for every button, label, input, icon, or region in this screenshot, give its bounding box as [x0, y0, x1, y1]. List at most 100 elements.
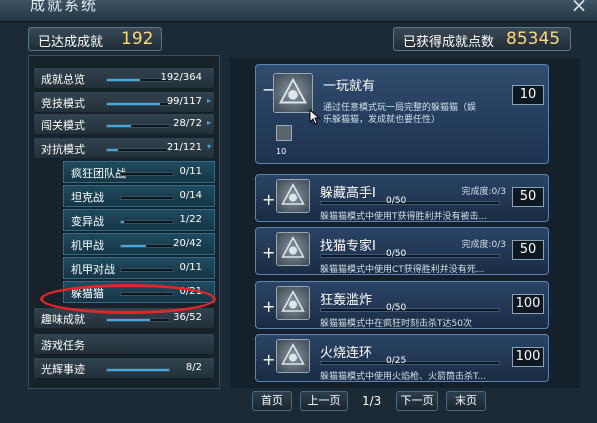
- achieved-count-box: 已达成成就 192: [28, 27, 162, 51]
- category-progress-fill: [107, 125, 132, 127]
- category-item[interactable]: 成就总览 192/364: [33, 67, 215, 89]
- achievement-points: 10: [512, 85, 544, 105]
- category-label: 疯狂团队战: [71, 167, 126, 180]
- achievement-emblem-icon: [276, 339, 310, 373]
- category-item[interactable]: 机甲对战 0/11: [63, 257, 215, 279]
- completion-text: 完成度:0/3: [461, 240, 506, 250]
- category-item[interactable]: 光辉事迹 8/2: [33, 357, 215, 379]
- achievement-name: 一玩就有: [323, 79, 376, 94]
- category-item[interactable]: 变异战 1/22: [63, 209, 215, 231]
- category-label: 光辉事迹: [41, 363, 85, 376]
- prev-page-button[interactable]: 上一页: [300, 391, 348, 411]
- close-button[interactable]: ×: [567, 0, 591, 17]
- achievement-points: 50: [512, 240, 544, 260]
- achievement-name: 躲藏高手I: [320, 186, 376, 201]
- achievement-card[interactable]: + 躲藏高手I 完成度:0/3 0/50 躲猫猫模式中使用T获得胜利并没有被击... 50: [255, 174, 549, 222]
- window-title: 成就系统: [30, 0, 99, 14]
- last-page-button[interactable]: 末页: [446, 391, 486, 411]
- achieved-value: 192: [121, 29, 154, 49]
- category-panel: 成就总览 192/364 竞技模式 99/117 ▸ 闯关模式 28/72 ▸ 对抗模式 21/1…: [28, 55, 220, 389]
- reward-value: 10: [276, 147, 287, 156]
- category-progress-bar: [106, 368, 170, 372]
- category-item[interactable]: 机甲战 20/42: [63, 233, 215, 255]
- category-progress-bar: [106, 318, 170, 322]
- category-label: 对抗模式: [41, 143, 85, 156]
- category-count: 192/364: [160, 72, 202, 83]
- category-count: 20/42: [173, 238, 202, 249]
- achievement-progress-text: 0/50: [386, 196, 407, 206]
- category-label: 机甲对战: [71, 263, 115, 276]
- category-progress-bar: [120, 220, 174, 224]
- achievement-card[interactable]: + 火烧连环 0/25 躲猫猫模式中使用火焰枪、火箭筒击杀T... 100: [255, 334, 549, 382]
- category-count: 0/14: [179, 190, 202, 201]
- category-item[interactable]: 游戏任务: [33, 333, 215, 355]
- category-item[interactable]: 疯狂团队战 0/11: [63, 161, 215, 183]
- category-item[interactable]: 闯关模式 28/72 ▸: [33, 113, 215, 135]
- achieved-label: 已达成成就: [38, 35, 104, 50]
- achievement-description: 躲猫猫模式中使用CT获得胜利并没有死...: [320, 265, 485, 275]
- category-label: 竞技模式: [41, 97, 85, 110]
- category-item[interactable]: 坦克战 0/14: [63, 185, 215, 207]
- category-progress-fill: [107, 79, 140, 81]
- next-page-button[interactable]: 下一页: [396, 391, 438, 411]
- achievement-emblem-icon: [276, 179, 310, 213]
- expand-toggle[interactable]: +: [262, 243, 275, 262]
- expand-toggle[interactable]: +: [262, 350, 275, 369]
- first-page-button[interactable]: 首页: [252, 391, 292, 411]
- category-count: 36/52: [173, 312, 202, 323]
- expand-toggle[interactable]: +: [262, 297, 275, 316]
- completion-text: 完成度:0/3: [461, 187, 506, 197]
- achievement-card[interactable]: + 狂轰滥炸 0/50 躲猫猫模式中在疯狂时刻击杀T达50次 100: [255, 281, 549, 329]
- achievement-name: 找猫专家I: [320, 239, 376, 254]
- category-progress-fill: [107, 319, 150, 321]
- category-item[interactable]: 竞技模式 99/117 ▸: [33, 91, 215, 113]
- expand-arrow-icon: ▸: [206, 118, 211, 127]
- achievement-points: 50: [512, 187, 544, 207]
- category-progress-bar: [106, 148, 170, 152]
- achievement-progress-bar: [320, 361, 500, 365]
- category-progress-bar: [120, 268, 174, 272]
- category-count: 1/22: [179, 214, 202, 225]
- expand-toggle[interactable]: +: [262, 190, 275, 209]
- expand-arrow-icon: ▾: [206, 142, 211, 151]
- achievement-name: 狂轰滥炸: [320, 293, 373, 308]
- title-bar: 成就系统 ×: [0, 0, 597, 22]
- achievement-progress-text: 0/50: [386, 303, 407, 313]
- achievement-points: 100: [512, 294, 544, 314]
- category-item[interactable]: 对抗模式 21/121 ▾: [33, 137, 215, 159]
- achievement-description: 躲猫猫模式中使用火焰枪、火箭筒击杀T...: [320, 372, 487, 382]
- category-count: 99/117: [166, 96, 202, 107]
- category-label: 游戏任务: [41, 339, 85, 352]
- category-count: 0/11: [179, 166, 202, 177]
- category-count: 21/121: [166, 142, 202, 153]
- points-label: 已获得成就点数: [403, 35, 495, 50]
- achievement-name: 火烧连环: [320, 346, 373, 361]
- category-progress-bar: [120, 244, 174, 248]
- achievement-points: 100: [512, 347, 544, 367]
- achievement-description: 躲猫猫模式中在疯狂时刻击杀T达50次: [320, 319, 472, 329]
- category-count: 8/2: [185, 362, 202, 373]
- achievement-card[interactable]: − 一玩就有 通过任意模式玩一局完整的躲猫猫（娱乐躲猫猫，发成就也要任性） 10 10: [255, 64, 549, 164]
- highlight-ring: [40, 284, 216, 314]
- reward-icon: [276, 125, 292, 141]
- category-label: 变异战: [71, 215, 104, 228]
- achievement-description: 躲猫猫模式中使用T获得胜利并没有被击...: [320, 212, 488, 222]
- achievement-progress-bar: [320, 201, 500, 205]
- category-progress-fill: [121, 221, 124, 223]
- achievement-progress-bar: [320, 254, 500, 258]
- achievement-progress-bar: [320, 308, 500, 312]
- achievement-emblem-icon: [276, 286, 310, 320]
- category-progress-fill: [121, 245, 146, 247]
- achievement-card[interactable]: + 找猫专家I 完成度:0/3 0/50 躲猫猫模式中使用CT获得胜利并没有死... 50: [255, 227, 549, 275]
- category-label: 机甲战: [71, 239, 104, 252]
- points-value: 85345: [506, 29, 561, 49]
- category-progress-fill: [107, 103, 160, 105]
- points-box: 已获得成就点数 85345: [393, 27, 571, 51]
- category-label: 成就总览: [41, 73, 85, 86]
- category-progress-fill: [107, 149, 118, 151]
- achievement-progress-text: 0/50: [386, 249, 407, 259]
- mouse-cursor-icon: [309, 109, 321, 125]
- achievement-window: 成就系统 × 已达成成就 192 已获得成就点数 85345 成就总览 192/3…: [0, 0, 597, 423]
- category-progress-bar: [120, 172, 174, 176]
- achievement-emblem-icon: [273, 73, 313, 113]
